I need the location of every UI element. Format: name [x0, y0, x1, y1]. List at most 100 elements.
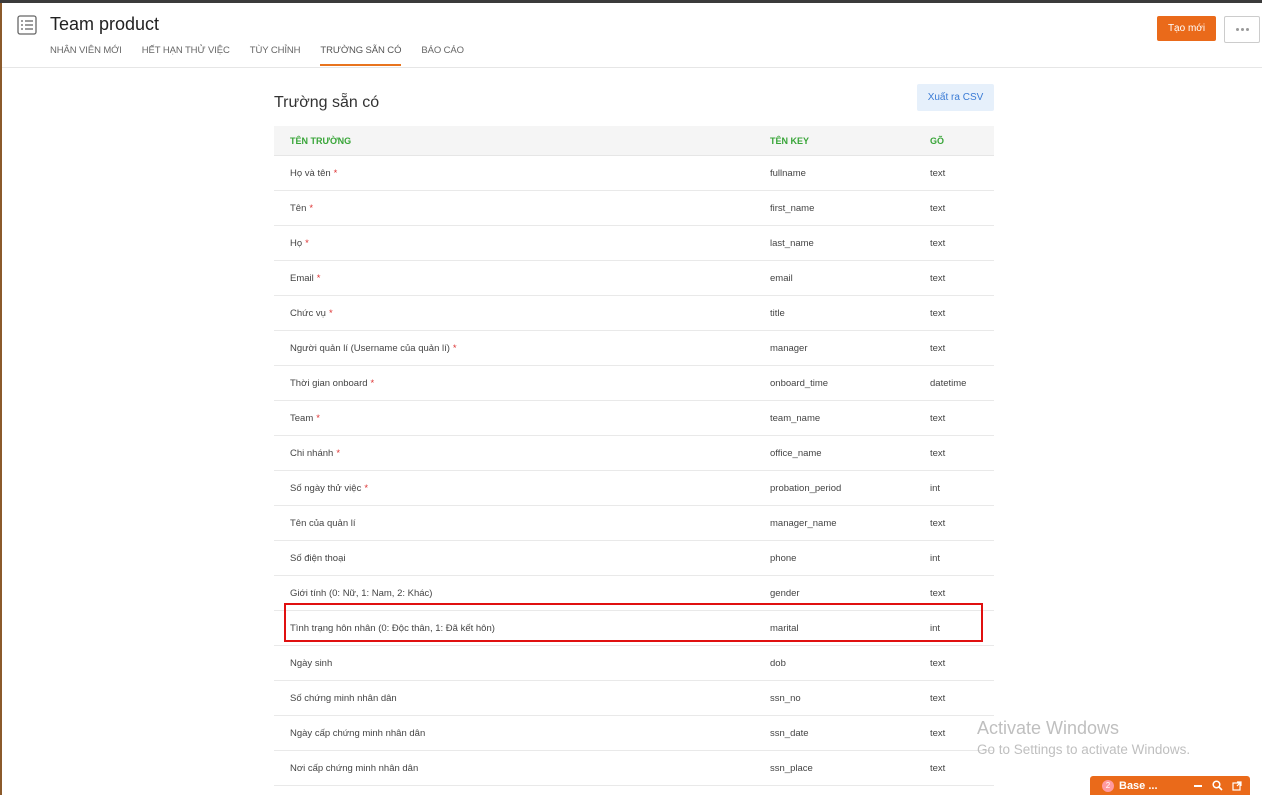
field-name-cell: Chi nhánh *	[274, 448, 754, 459]
tab-reports[interactable]: BÁO CÁO	[421, 44, 464, 66]
highlight-box	[284, 603, 983, 642]
field-name: Tên	[290, 202, 307, 214]
field-type-cell: text	[930, 412, 946, 424]
field-type-cell: text	[930, 587, 946, 599]
field-name: Chức vụ	[290, 307, 326, 319]
tab-custom[interactable]: TÙY CHỈNH	[250, 44, 301, 66]
table-row[interactable]: Chi nhánh * office_name text	[274, 436, 994, 471]
chat-widget[interactable]: 2 Base ...	[1090, 776, 1250, 795]
table-row[interactable]: Nơi cấp chứng minh nhân dân ssn_place text	[274, 751, 994, 786]
export-csv-button[interactable]: Xuất ra CSV	[917, 84, 994, 111]
field-key-cell: last_name	[770, 237, 814, 249]
popout-icon[interactable]	[1232, 780, 1242, 791]
required-marker: *	[309, 202, 314, 214]
tab-bar: NHÂN VIÊN MỚI HẾT HẠN THỬ VIỆC TÙY CHỈNH…	[50, 44, 484, 67]
table-row[interactable]: Số ngày thử việc * probation_period int	[274, 471, 994, 506]
field-key-cell: email	[770, 272, 793, 284]
field-name: Tên của quản lí	[290, 517, 356, 529]
fields-table: TÊN TRƯỜNG TÊN KEY GÕ Họ và tên * fullname…	[274, 126, 994, 786]
required-marker: *	[333, 167, 338, 179]
field-name-cell: Chức vụ *	[274, 308, 754, 319]
field-name: Họ và tên	[290, 167, 331, 179]
field-name-cell: Giới tính (0: Nữ, 1: Nam, 2: Khác)	[274, 588, 754, 599]
required-marker: *	[364, 482, 369, 494]
field-type-cell: int	[930, 482, 941, 494]
search-icon[interactable]	[1212, 780, 1223, 791]
minimize-icon[interactable]	[1193, 781, 1203, 791]
table-row[interactable]: Tên của quản lí manager_name text	[274, 506, 994, 541]
required-marker: *	[370, 377, 375, 389]
column-header-key: TÊN KEY	[770, 135, 810, 146]
field-key-cell: phone	[770, 552, 797, 564]
list-icon[interactable]	[17, 15, 37, 35]
field-type-cell: text	[930, 657, 946, 669]
table-row[interactable]: Người quản lí (Username của quản lí) * man…	[274, 331, 994, 366]
table-row[interactable]: Ngày cấp chứng minh nhân dân ssn_date text	[274, 716, 994, 751]
field-key-cell: ssn_no	[770, 692, 801, 704]
table-row[interactable]: Email * email text	[274, 261, 994, 296]
more-options-button[interactable]	[1224, 16, 1260, 43]
table-row[interactable]: Chức vụ * title text	[274, 296, 994, 331]
field-name-cell: Số ngày thử việc *	[274, 483, 754, 494]
field-type-cell: text	[930, 517, 946, 529]
table-row[interactable]: Số điện thoại phone int	[274, 541, 994, 576]
chat-controls	[1193, 780, 1242, 791]
field-name-cell: Tên *	[274, 203, 754, 214]
required-marker: *	[316, 272, 321, 284]
tab-probation-expired[interactable]: HẾT HẠN THỬ VIỆC	[142, 44, 230, 66]
table-row[interactable]: Số chứng minh nhân dân ssn_no text	[274, 681, 994, 716]
field-name-cell: Người quản lí (Username của quản lí) *	[274, 343, 754, 354]
field-key-cell: probation_period	[770, 482, 842, 494]
table-row[interactable]: Họ * last_name text	[274, 226, 994, 261]
watermark-title: Activate Windows	[977, 718, 1120, 738]
field-name: Số ngày thử việc	[290, 482, 362, 494]
field-name: Chi nhánh	[290, 447, 334, 459]
field-name: Ngày sinh	[290, 657, 333, 669]
field-type-cell: text	[930, 342, 946, 354]
chat-label: Base ...	[1119, 779, 1158, 792]
field-key-cell: manager_name	[770, 517, 837, 529]
field-name: Số chứng minh nhân dân	[290, 692, 397, 704]
column-header-name: TÊN TRƯỜNG	[290, 135, 352, 146]
field-name-cell: Nơi cấp chứng minh nhân dân	[274, 763, 754, 774]
table-row[interactable]: Ngày sinh dob text	[274, 646, 994, 681]
field-name-cell: Số chứng minh nhân dân	[274, 693, 754, 704]
field-name: Nơi cấp chứng minh nhân dân	[290, 762, 419, 774]
field-type-cell: text	[930, 272, 946, 284]
field-name-cell: Ngày sinh	[274, 658, 754, 669]
required-marker: *	[305, 237, 309, 249]
watermark-subtitle: Go to Settings to activate Windows.	[977, 742, 1191, 757]
table-body: Họ và tên * fullname text Tên * first_name text…	[274, 156, 994, 786]
field-name-cell: Tên của quản lí	[274, 518, 754, 529]
field-name: Họ	[290, 237, 303, 249]
tab-available-fields[interactable]: TRƯỜNG SẴN CÓ	[320, 44, 401, 66]
field-name-cell: Thời gian onboard *	[274, 378, 754, 389]
field-key-cell: team_name	[770, 412, 821, 424]
page-header: Team product NHÂN VIÊN MỚI HẾT HẠN THỬ V…	[2, 3, 1262, 68]
field-key-cell: ssn_place	[770, 762, 813, 774]
section-title: Trường sẵn có	[274, 94, 380, 111]
field-type-cell: datetime	[930, 377, 967, 389]
field-name: Số điện thoại	[290, 552, 346, 564]
required-marker: *	[452, 342, 457, 354]
table-row[interactable]: Họ và tên * fullname text	[274, 156, 994, 191]
field-key-cell: fullname	[770, 167, 806, 179]
create-new-button[interactable]: Tạo mới	[1157, 16, 1216, 41]
field-type-cell: int	[930, 552, 941, 564]
required-marker: *	[336, 447, 341, 459]
field-name-cell: Ngày cấp chứng minh nhân dân	[274, 728, 754, 739]
required-marker: *	[328, 307, 333, 319]
field-type-cell: text	[930, 692, 946, 704]
field-name-cell: Email *	[274, 273, 754, 284]
field-key-cell: gender	[770, 587, 800, 599]
field-key-cell: office_name	[770, 447, 822, 459]
field-name: Thời gian onboard	[290, 377, 368, 389]
table-row[interactable]: Team * team_name text	[274, 401, 994, 436]
activate-windows-watermark: Activate Windows Go to Settings to activ…	[977, 718, 1190, 757]
field-name: Giới tính (0: Nữ, 1: Nam, 2: Khác)	[290, 587, 433, 599]
tab-new-employees[interactable]: NHÂN VIÊN MỚI	[50, 44, 122, 66]
more-icon	[1235, 28, 1249, 31]
field-key-cell: manager	[770, 342, 808, 354]
table-row[interactable]: Thời gian onboard * onboard_time datetime	[274, 366, 994, 401]
table-row[interactable]: Tên * first_name text	[274, 191, 994, 226]
